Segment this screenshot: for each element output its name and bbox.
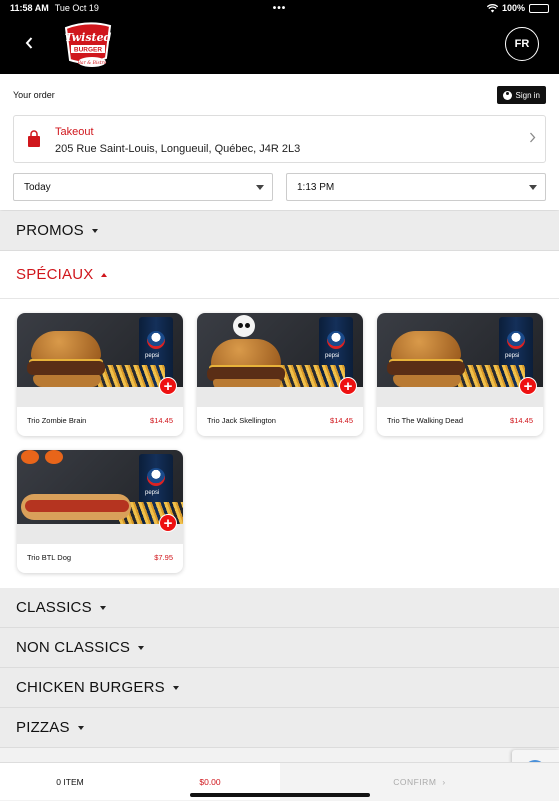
takeout-selector[interactable]: Takeout 205 Rue Saint-Louis, Longueuil, …	[13, 115, 546, 163]
cup-label: pepsi	[325, 353, 340, 359]
cup-label: pepsi	[505, 353, 520, 359]
category-non-classics[interactable]: NON CLASSICS	[0, 628, 559, 668]
category-label: PROMOS	[16, 222, 84, 239]
svg-text:BURGER: BURGER	[74, 47, 102, 54]
category-speciaux[interactable]: SPÉCIAUX	[0, 251, 559, 299]
product-price: $14.45	[330, 416, 353, 425]
category-label: PIZZAS	[16, 719, 70, 736]
store-address: 205 Rue Saint-Louis, Longueuil, Québec, …	[55, 143, 301, 155]
product-price: $7.95	[154, 553, 173, 562]
shopping-bag-icon	[28, 130, 40, 147]
add-to-cart-button[interactable]: +	[159, 377, 177, 395]
add-to-cart-button[interactable]: +	[519, 377, 537, 395]
product-name: Trio Zombie Brain	[27, 416, 87, 425]
caret-down-icon	[256, 185, 264, 190]
product-price: $14.45	[510, 416, 533, 425]
time-select[interactable]: 1:13 PM	[286, 173, 546, 201]
category-pizzas[interactable]: PIZZAS	[0, 708, 559, 748]
chevron-left-icon	[25, 37, 33, 49]
product-name: Trio BTL Dog	[27, 553, 72, 562]
add-to-cart-button[interactable]: +	[159, 514, 177, 532]
caret-down-icon	[77, 725, 84, 730]
product-image: pepsi	[17, 313, 183, 407]
caret-down-icon	[529, 185, 537, 190]
product-card[interactable]: pepsi + Trio Zombie Brain $14.45	[17, 313, 183, 436]
time-select-value: 1:13 PM	[297, 181, 335, 193]
status-time: 11:58 AM	[10, 3, 49, 13]
language-toggle-button[interactable]: FR	[505, 27, 539, 61]
app-header: Twisted BURGER Bar & Bistro FR	[0, 16, 559, 74]
status-bar: 11:58 AM Tue Oct 19 ••• 100%	[0, 0, 559, 16]
add-to-cart-button[interactable]: +	[339, 377, 357, 395]
caret-down-icon	[91, 228, 98, 233]
product-name: Trio Jack Skellington	[207, 416, 276, 425]
date-select[interactable]: Today	[13, 173, 273, 201]
product-card[interactable]: pepsi + Trio Jack Skellington $14.45	[197, 313, 363, 436]
product-price: $14.45	[150, 416, 173, 425]
category-promos[interactable]: PROMOS	[0, 211, 559, 251]
order-mode-title: Takeout	[55, 126, 94, 138]
sign-in-button[interactable]: Sign in	[496, 86, 546, 104]
battery-percent: 100%	[501, 3, 525, 13]
category-label: CHICKEN BURGERS	[16, 679, 165, 696]
user-icon	[502, 90, 512, 100]
twisted-burger-logo[interactable]: Twisted BURGER Bar & Bistro	[60, 20, 116, 72]
status-right: 100%	[486, 3, 549, 13]
back-button[interactable]	[20, 34, 38, 54]
wifi-icon	[486, 3, 498, 12]
battery-icon	[529, 3, 549, 13]
specials-product-grid: pepsi + Trio Zombie Brain $14.45 pepsi +…	[0, 299, 559, 589]
skull-decoration	[233, 315, 255, 337]
order-panel: Your order Sign in Takeout 205 Rue Saint…	[0, 74, 559, 210]
home-indicator	[190, 793, 370, 797]
product-card[interactable]: pepsi + Trio The Walking Dead $14.45	[377, 313, 543, 436]
your-order-label: Your order	[13, 90, 55, 100]
category-classics[interactable]: CLASSICS	[0, 588, 559, 628]
product-image: pepsi	[17, 450, 183, 544]
sign-in-label: Sign in	[515, 90, 540, 100]
product-image: pepsi	[377, 313, 543, 407]
cup-label: pepsi	[145, 353, 160, 359]
chevron-right-icon	[529, 132, 536, 146]
cart-item-count: 0 ITEM	[56, 777, 84, 787]
confirm-label: CONFIRM	[393, 777, 437, 787]
product-name: Trio The Walking Dead	[387, 416, 464, 425]
category-label: SPÉCIAUX	[16, 266, 94, 283]
svg-text:Bar & Bistro: Bar & Bistro	[77, 60, 107, 66]
caret-down-icon	[99, 605, 106, 610]
chevron-right-icon: ›	[442, 777, 446, 787]
category-label: NON CLASSICS	[16, 639, 131, 656]
category-chicken-burgers[interactable]: CHICKEN BURGERS	[0, 668, 559, 708]
cup-label: pepsi	[145, 490, 160, 496]
caret-up-icon	[101, 272, 108, 277]
caret-down-icon	[138, 645, 145, 650]
caret-down-icon	[172, 685, 179, 690]
product-image: pepsi	[197, 313, 363, 407]
svg-text:Twisted: Twisted	[65, 31, 112, 44]
date-select-value: Today	[24, 181, 51, 193]
product-card[interactable]: pepsi + Trio BTL Dog $7.95	[17, 450, 183, 573]
status-date: Tue Oct 19	[54, 3, 99, 13]
category-label: CLASSICS	[16, 599, 92, 616]
multitasking-dots: •••	[272, 2, 287, 14]
